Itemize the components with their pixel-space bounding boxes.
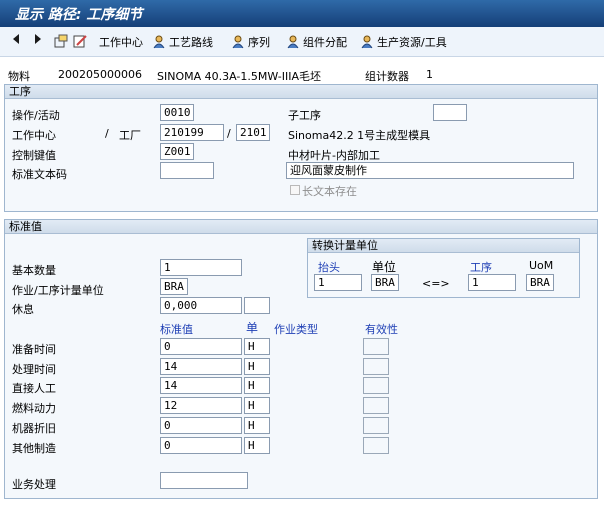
long-text-checkbox[interactable]: [290, 185, 300, 195]
standard-values-section-title: 标准值: [5, 220, 597, 234]
validity-field[interactable]: [363, 437, 389, 454]
work-center-description: Sinoma42.2 1号主成型模具: [288, 129, 431, 142]
plant-label: 工厂: [119, 129, 141, 142]
validity-field[interactable]: [363, 338, 389, 355]
production-resources-icon: [361, 35, 373, 49]
validity-field[interactable]: [363, 377, 389, 394]
work-center-field[interactable]: 210199: [160, 124, 224, 141]
control-key-field[interactable]: Z001: [160, 143, 194, 160]
base-quantity-field[interactable]: 1: [160, 259, 242, 276]
control-key-description: 中材叶片-内部加工: [288, 149, 380, 162]
break-unit-field[interactable]: [244, 297, 270, 314]
production-resources-label: 生产资源/工具: [377, 36, 447, 49]
standard-value-field[interactable]: 0: [160, 437, 242, 454]
operation-unit-field[interactable]: BRA: [526, 274, 554, 291]
validity-field[interactable]: [363, 397, 389, 414]
convert-uom-title: 转换计量单位: [308, 239, 579, 253]
sub-operation-label: 子工序: [288, 109, 321, 122]
break-label: 休息: [12, 303, 34, 316]
validity-field[interactable]: [363, 417, 389, 434]
group-counter-value: 1: [426, 68, 433, 81]
component-allocation-icon: [287, 35, 299, 49]
plant-field[interactable]: 2101: [236, 124, 270, 141]
operation-short-text-field[interactable]: 迎风面蒙皮制作: [286, 162, 574, 179]
material-description: SINOMA 40.3A-1.5MW-IIIA毛坯: [157, 70, 322, 83]
standard-value-unit-field[interactable]: H: [244, 338, 270, 355]
header-unit-field[interactable]: BRA: [371, 274, 399, 291]
operation-section-title: 工序: [5, 85, 597, 99]
standard-value-unit-field[interactable]: H: [244, 358, 270, 375]
unit-label: 单位: [372, 260, 397, 274]
activity-uom-label: 作业/工序计量单位: [12, 284, 104, 297]
sequence-button[interactable]: 序列: [231, 34, 270, 50]
convert-uom-box: 转换计量单位 抬头 单位 工序 UoM 1 BRA <=> 1 BRA: [307, 238, 580, 298]
separator-slash: /: [227, 127, 231, 140]
column-unit: 单: [246, 321, 259, 335]
work-center-button[interactable]: 工作中心: [99, 34, 143, 50]
column-standard-value: 标准值: [160, 323, 193, 336]
standard-value-row-label: 处理时间: [12, 363, 56, 376]
header-label: 抬头: [318, 261, 340, 274]
standard-text-key-label: 标准文本码: [12, 168, 67, 181]
separator-slash: /: [105, 127, 109, 140]
column-activity-type: 作业类型: [274, 323, 318, 336]
routing-icon: [153, 35, 165, 49]
previous-icon[interactable]: [12, 34, 20, 44]
standard-value-row-label: 其他制造: [12, 442, 56, 455]
production-resources-tools-button[interactable]: 生产资源/工具: [360, 34, 447, 50]
standard-value-row-label: 直接人工: [12, 382, 56, 395]
standard-text-key-field[interactable]: [160, 162, 214, 179]
work-center-label: 工作中心: [12, 129, 56, 142]
validity-field[interactable]: [363, 358, 389, 375]
routing-label: 工艺路线: [169, 36, 213, 49]
base-quantity-label: 基本数量: [12, 264, 56, 277]
sub-operation-field[interactable]: [433, 104, 467, 121]
column-validity: 有效性: [365, 323, 398, 336]
component-allocation-label: 组件分配: [303, 36, 347, 49]
standard-value-unit-field[interactable]: H: [244, 437, 270, 454]
business-process-field[interactable]: [160, 472, 248, 489]
long-text-exists-label: 长文本存在: [302, 185, 357, 198]
activity-uom-field[interactable]: BRA: [160, 278, 188, 295]
sequence-icon: [232, 35, 244, 49]
next-icon[interactable]: [34, 34, 42, 44]
standard-value-row-label: 机器折旧: [12, 422, 56, 435]
conversion-arrow: <=>: [422, 277, 450, 290]
activity-field[interactable]: 0010: [160, 104, 194, 121]
standard-values-panel: 标准值 转换计量单位 抬头 单位 工序 UoM 1 BRA <=> 1 BRA …: [4, 219, 598, 499]
component-allocation-button[interactable]: 组件分配: [286, 34, 347, 50]
standard-value-unit-field[interactable]: H: [244, 397, 270, 414]
uom-label: UoM: [529, 259, 554, 272]
operation-label: 工序: [470, 261, 492, 274]
group-counter-label: 组计数器: [365, 70, 409, 83]
activity-label: 操作/活动: [12, 109, 60, 122]
material-label: 物料: [8, 70, 30, 83]
standard-value-field[interactable]: 14: [160, 358, 242, 375]
operation-panel: 工序 操作/活动 0010 子工序 工作中心 / 工厂 210199 / 210…: [4, 84, 598, 212]
standard-value-row-label: 燃料动力: [12, 402, 56, 415]
standard-value-field[interactable]: 14: [160, 377, 242, 394]
standard-value-field[interactable]: 12: [160, 397, 242, 414]
standard-value-field[interactable]: 0: [160, 417, 242, 434]
break-time-field[interactable]: 0,000: [160, 297, 242, 314]
material-number: 200205000006: [58, 68, 142, 81]
window-title: 显示 路径: 工序细节: [0, 0, 604, 27]
operation-quantity-field[interactable]: 1: [468, 274, 516, 291]
application-toolbar: 工作中心 工艺路线 序列 组件分配 生产资源/工具: [0, 27, 604, 57]
business-process-label: 业务处理: [12, 478, 56, 491]
standard-value-field[interactable]: 0: [160, 338, 242, 355]
header-quantity-field[interactable]: 1: [314, 274, 362, 291]
edit-pencil-icon[interactable]: [73, 34, 87, 48]
control-key-label: 控制键值: [12, 149, 56, 162]
standard-value-row-label: 准备时间: [12, 343, 56, 356]
display-change-toggle-icon[interactable]: [54, 34, 68, 48]
standard-value-unit-field[interactable]: H: [244, 377, 270, 394]
routing-button[interactable]: 工艺路线: [152, 34, 213, 50]
standard-value-unit-field[interactable]: H: [244, 417, 270, 434]
sequence-label: 序列: [248, 36, 270, 49]
